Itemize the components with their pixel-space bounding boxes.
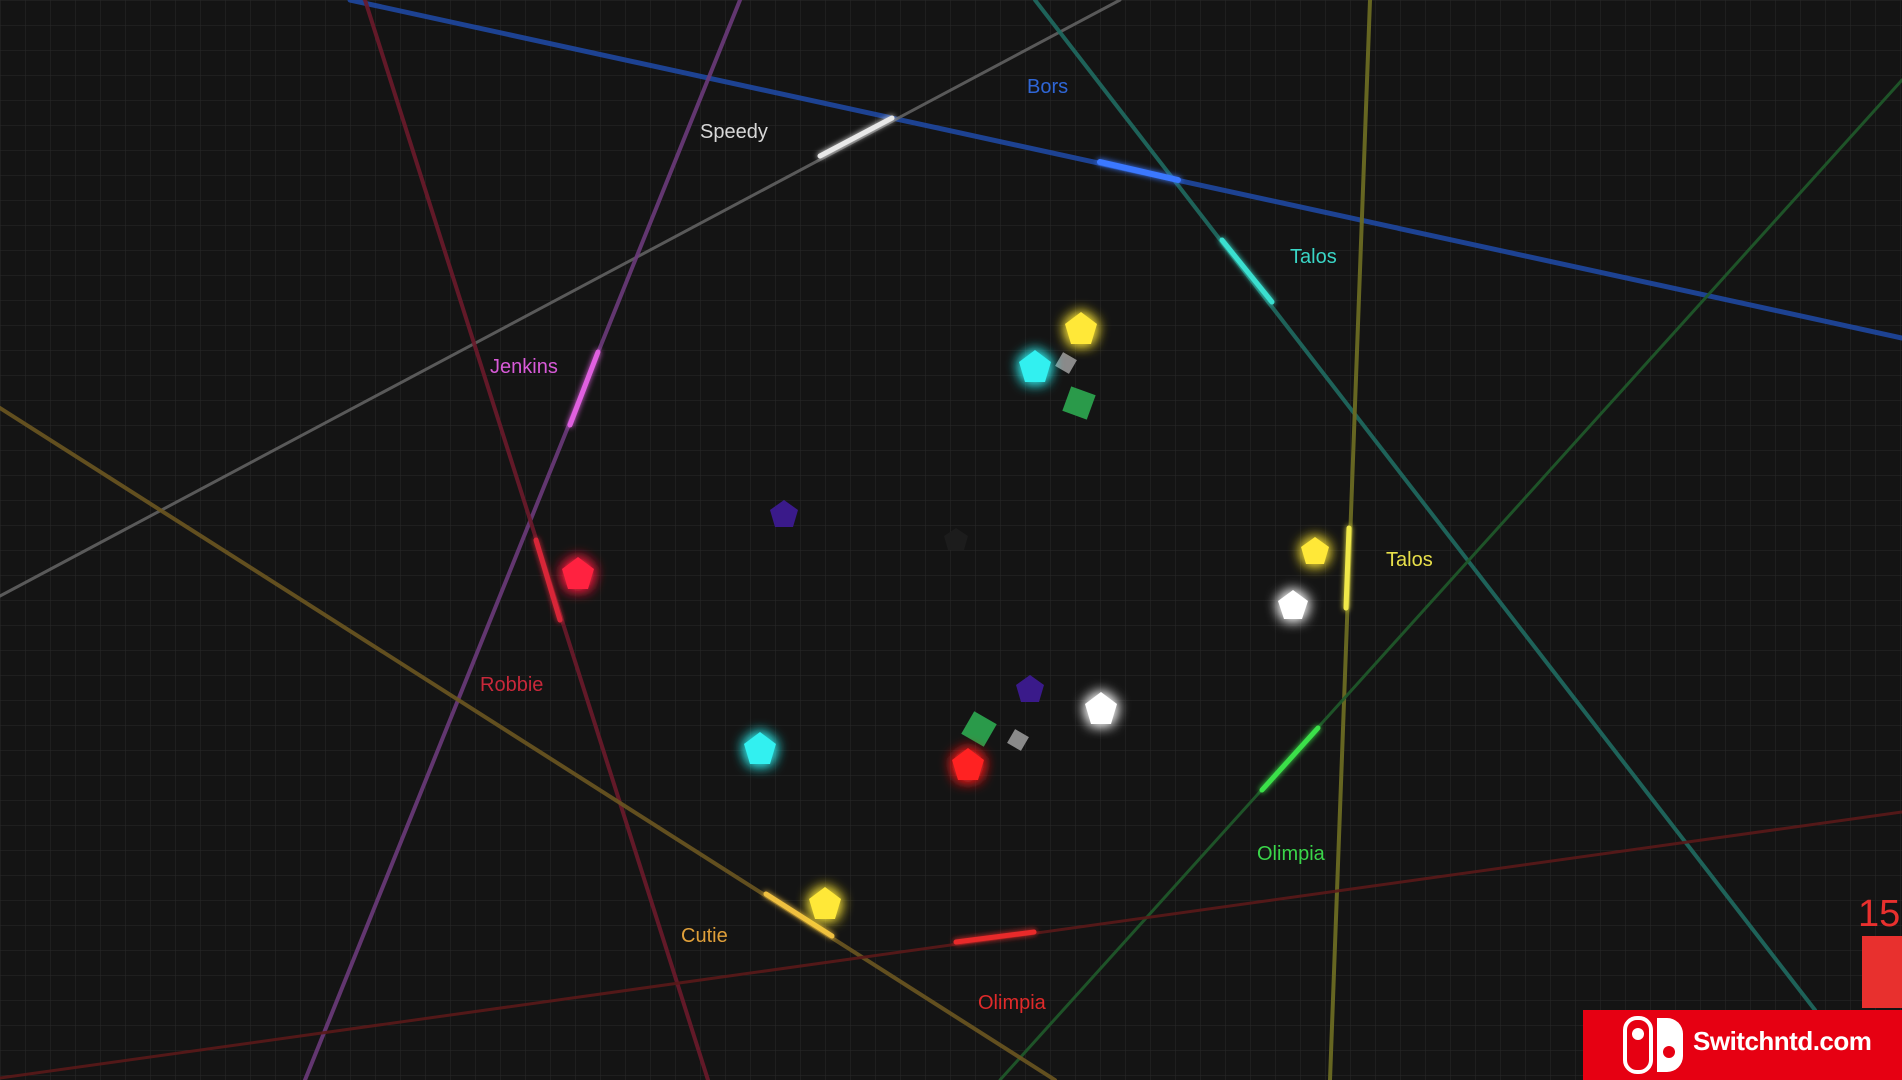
switch-logo-icon xyxy=(1623,1016,1683,1074)
label-speedy: Speedy xyxy=(700,121,768,143)
head-talos-yellow xyxy=(1343,525,1352,611)
label-bors: Bors xyxy=(1027,76,1068,98)
label-olimpia-red: Olimpia xyxy=(978,992,1047,1014)
score-counter: 15 xyxy=(1858,893,1901,935)
label-cutie: Cutie xyxy=(681,925,728,947)
label-talos-teal: Talos xyxy=(1290,246,1337,268)
label-talos-yellow: Talos xyxy=(1386,549,1433,571)
label-olimpia-green: Olimpia xyxy=(1257,843,1326,865)
score-bar xyxy=(1862,936,1902,1008)
label-jenkins: Jenkins xyxy=(490,356,558,378)
watermark-banner: Switchntd.com xyxy=(1583,1010,1902,1080)
game-arena: Bors Speedy Talos Jenkins Talos Robbie O… xyxy=(0,0,1902,1080)
watermark-text: Switchntd.com xyxy=(1693,1026,1872,1056)
label-robbie: Robbie xyxy=(480,674,543,696)
